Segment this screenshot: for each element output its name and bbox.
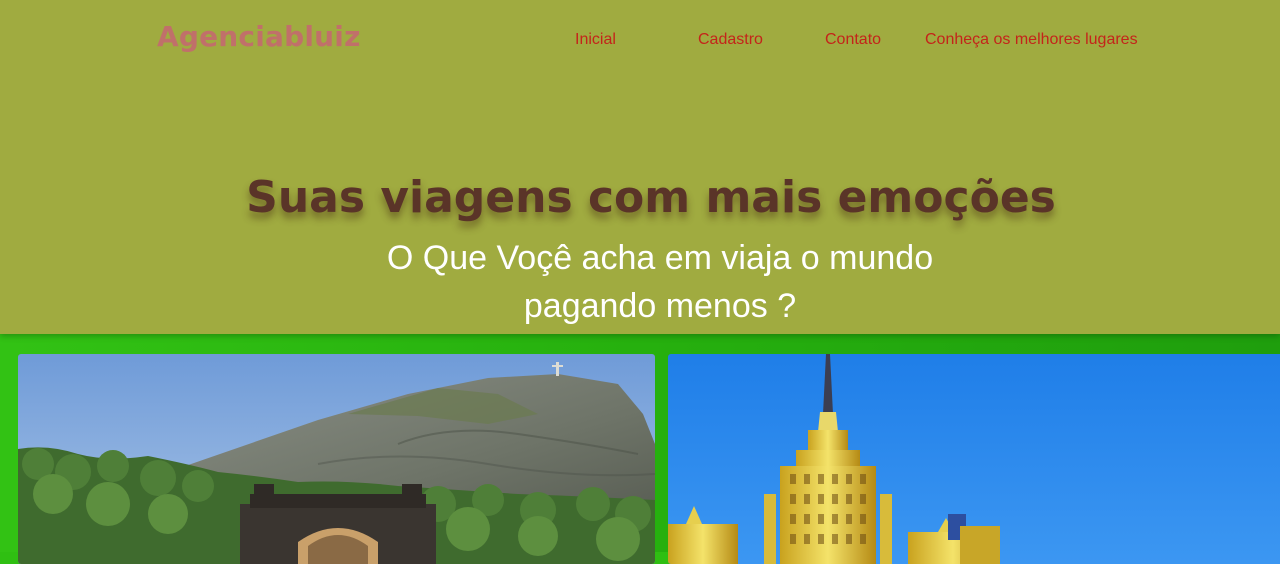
- hero-section: Agenciabluiz Inicial Cadastro Contato Co…: [0, 0, 1280, 334]
- nav-link-melhores-lugares[interactable]: Conheça os melhores lugares: [925, 31, 1138, 49]
- hero-subtitle: O Que Voçê acha em viaja o mundo pagando…: [386, 239, 934, 325]
- photo-gallery: [0, 334, 1280, 564]
- nav-link-contato[interactable]: Contato: [825, 31, 881, 49]
- rio-mountain-photo: [18, 354, 655, 564]
- hero-title: Suas viagens com mais emoções: [246, 172, 1056, 223]
- nav-link-cadastro[interactable]: Cadastro: [698, 31, 763, 49]
- nav-link-inicial[interactable]: Inicial: [575, 31, 616, 49]
- site-logo[interactable]: Agenciabluiz: [157, 20, 361, 53]
- moscow-photo-card[interactable]: [668, 354, 1280, 564]
- moscow-tower-photo: [668, 354, 1280, 564]
- rio-photo-card[interactable]: [18, 354, 655, 564]
